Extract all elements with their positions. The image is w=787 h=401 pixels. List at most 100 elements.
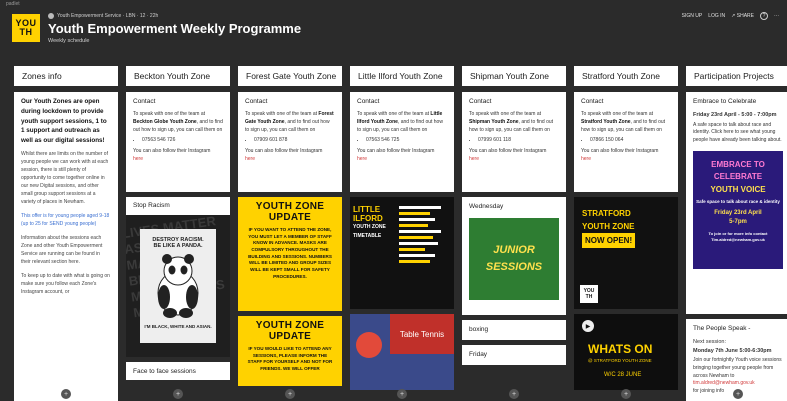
event-date: Monday 7th June 5:00-6:30pm <box>693 347 772 354</box>
junior-sessions-poster: JUNIOR SESSIONS <box>469 218 559 301</box>
youth-logo: YOU TH <box>12 14 40 42</box>
page-title: Youth Empowerment Weekly Programme <box>48 21 302 36</box>
board-meta: Youth Empowerment Service · LBN · 12 · 2… <box>48 13 158 19</box>
column-title[interactable]: Stratford Youth Zone <box>574 66 678 86</box>
poster-text: IF YOU WOULD LIKE TO ATTEND ANY SESSIONS… <box>247 346 333 371</box>
card-title: boxing <box>469 326 489 333</box>
zones-paragraph: This offer is for young people aged 9-18… <box>21 212 110 227</box>
phone-number: 07563 546 725 <box>366 137 447 145</box>
contact-text: To speak with one of the team at Beckton… <box>133 111 223 133</box>
stratford-open-poster[interactable]: STRATFORD YOUTH ZONE NOW OPEN! YOU TH <box>574 197 678 309</box>
poster-text: IF YOU WANT TO ATTEND THE ZONE, YOU MUST… <box>248 227 332 279</box>
column-title[interactable]: Shipman Youth Zone <box>462 66 566 86</box>
event-date: Friday 23rd April - 5:00 - 7:00pm <box>693 112 777 119</box>
add-post-button[interactable]: + <box>397 389 407 399</box>
email-link[interactable]: tim.aldred@newham.gov.uk <box>693 380 783 388</box>
card-title: Contact <box>469 98 492 105</box>
post-card[interactable]: Stop Racism <box>126 197 230 215</box>
signup-link[interactable]: SIGN UP <box>682 13 703 19</box>
add-post-button[interactable]: + <box>61 389 71 399</box>
card-title: Contact <box>245 98 268 105</box>
contact-card[interactable]: Contact To speak with one of the team at… <box>126 92 230 192</box>
card-title: Contact <box>581 98 604 105</box>
timetable-schedule <box>396 197 454 309</box>
stop-racism-image[interactable]: LIVES MATTER ASIAN LIVES MATTER BLACK LI… <box>126 215 230 357</box>
card-title: Face to face sessions <box>133 368 196 375</box>
poster-title: YOUTH ZONE UPDATE <box>255 320 325 342</box>
card-text: A safe space to talk about race and iden… <box>693 121 782 144</box>
table-tennis-label: Table Tennis <box>390 314 454 354</box>
instagram-text: You can also follow their Instagram <box>357 148 435 155</box>
youth-zone-update-poster-2[interactable]: YOUTH ZONE UPDATE IF YOU WOULD LIKE TO A… <box>238 316 342 386</box>
card-title: Wednesday <box>469 203 504 210</box>
post-card[interactable]: boxing <box>462 320 566 340</box>
column-title[interactable]: Zones info <box>14 66 118 86</box>
embrace-card[interactable]: Embrace to Celebrate Friday 23rd April -… <box>686 92 787 314</box>
board-header: YOU TH Youth Empowerment Service · LBN ·… <box>12 12 779 54</box>
instagram-text: You can also follow their Instagram <box>581 148 659 155</box>
zones-paragraph: Whilst there are limits on the number of… <box>21 150 109 205</box>
table-tennis-image[interactable]: Table Tennis <box>350 314 454 390</box>
column-stratford: Stratford Youth Zone Contact To speak wi… <box>574 66 678 401</box>
phone-number: 07909 601 878 <box>254 137 335 145</box>
card-title: Stop Racism <box>133 202 170 209</box>
page-subtitle: Weekly schedule <box>48 38 90 44</box>
contact-card[interactable]: Contact To speak with one of the team at… <box>350 92 454 192</box>
post-card[interactable]: Face to face sessions <box>126 362 230 380</box>
youth-logo-small: YOU TH <box>580 285 598 303</box>
contact-card[interactable]: Contact To speak with one of the team at… <box>238 92 342 192</box>
zones-paragraph: To keep up to date with what is going on… <box>21 272 110 295</box>
header-actions: SIGN UP LOG IN ↗ SHARE ? ··· <box>682 12 779 20</box>
phone-number: 07866 150 064 <box>590 137 671 145</box>
timetable-poster[interactable]: LITTLE ILFORD YOUTH ZONE TIMETABLE <box>350 197 454 309</box>
contact-text: To speak with one of the team at Little … <box>357 111 443 133</box>
play-icon[interactable]: ▶ <box>582 320 594 332</box>
meta-text: Youth Empowerment Service · LBN · 12 · 2… <box>57 13 159 19</box>
whats-on-poster[interactable]: ▶ WHATS ON @ STRATFORD YOUTH ZONE W/C 28… <box>574 314 678 390</box>
panda-icon <box>157 254 199 318</box>
instagram-text: You can also follow their Instagram <box>469 148 547 155</box>
column-title[interactable]: Little Ilford Youth Zone <box>350 66 454 86</box>
contact-card[interactable]: Contact To speak with one of the team at… <box>462 92 566 192</box>
panda-poster: DESTROY RACISM. BE LIKE A PANDA. I'M BLA… <box>140 229 216 343</box>
instagram-link[interactable]: here <box>469 156 559 164</box>
phone-number: 07563 546 726 <box>142 137 223 145</box>
author-avatar <box>48 13 54 19</box>
post-card[interactable]: Friday <box>462 345 566 365</box>
add-post-button[interactable]: + <box>509 389 519 399</box>
paddle-icon <box>356 332 382 358</box>
card-title: The People Speak - <box>693 325 751 332</box>
youth-zone-update-poster[interactable]: YOUTH ZONE UPDATE IF YOU WANT TO ATTEND … <box>238 197 342 311</box>
column-beckton: Beckton Youth Zone Contact To speak with… <box>126 66 230 401</box>
wednesday-card[interactable]: Wednesday JUNIOR SESSIONS <box>462 197 566 315</box>
instagram-link[interactable]: here <box>581 156 671 164</box>
instagram-link[interactable]: here <box>245 156 335 164</box>
phone-number: 07999 601 118 <box>478 137 559 145</box>
zones-info-card[interactable]: Our Youth Zones are open during lockdown… <box>14 92 118 401</box>
zones-intro: Our Youth Zones are open during lockdown… <box>21 98 107 144</box>
column-forest-gate: Forest Gate Youth Zone Contact To speak … <box>238 66 342 401</box>
share-button[interactable]: ↗ SHARE <box>731 13 754 19</box>
add-post-button[interactable]: + <box>285 389 295 399</box>
column-little-ilford: Little Ilford Youth Zone Contact To spea… <box>350 66 454 401</box>
poster-date: W/C 28 JUNE <box>604 372 642 378</box>
login-link[interactable]: LOG IN <box>708 13 725 19</box>
add-post-button[interactable]: + <box>173 389 183 399</box>
column-title[interactable]: Forest Gate Youth Zone <box>238 66 342 86</box>
add-post-button[interactable]: + <box>621 389 631 399</box>
embrace-poster: EMBRACE TO CELEBRATE YOUTH VOICE Safe sp… <box>693 150 783 269</box>
contact-card[interactable]: Contact To speak with one of the team at… <box>574 92 678 192</box>
column-title[interactable]: Participation Projects <box>686 66 787 86</box>
poster-subtitle: @ STRATFORD YOUTH ZONE <box>588 358 652 363</box>
column-title[interactable]: Beckton Youth Zone <box>126 66 230 86</box>
padlet-brand[interactable]: padlet <box>6 1 20 7</box>
add-post-button[interactable]: + <box>733 389 743 399</box>
timetable-title: LITTLE ILFORD YOUTH ZONE TIMETABLE <box>353 205 386 239</box>
more-icon[interactable]: ··· <box>774 13 779 19</box>
instagram-link[interactable]: here <box>357 156 447 164</box>
help-icon[interactable]: ? <box>760 12 768 20</box>
board-columns: Zones info Our Youth Zones are open duri… <box>14 66 787 401</box>
column-zones-info: Zones info Our Youth Zones are open duri… <box>14 66 118 401</box>
card-subtitle: Next session: <box>693 339 727 346</box>
instagram-link[interactable]: here <box>133 156 223 164</box>
